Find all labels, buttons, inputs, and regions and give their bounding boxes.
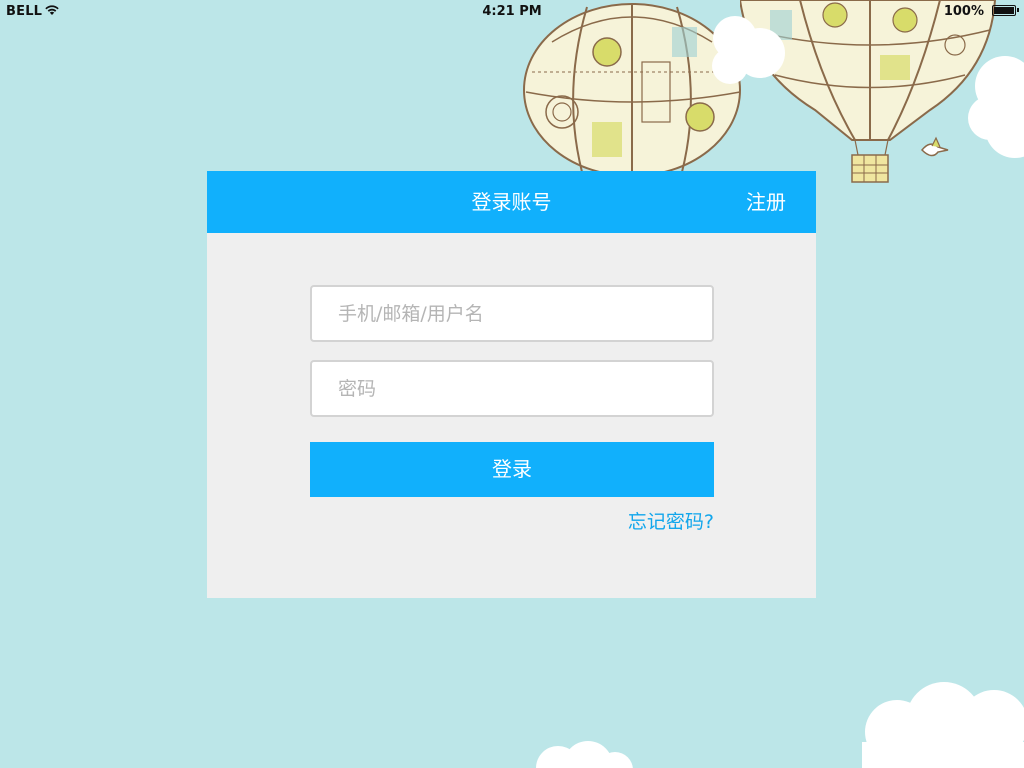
cloud-bottom-right <box>862 682 1024 768</box>
username-input[interactable] <box>312 287 712 340</box>
clock: 4:21 PM <box>482 4 542 19</box>
password-input[interactable] <box>312 362 712 415</box>
login-card: 登录账号 注册 登录 忘记密码? <box>207 171 816 598</box>
cloud-bottom-middle <box>536 741 633 768</box>
login-button[interactable]: 登录 <box>310 442 714 497</box>
bird <box>920 136 949 157</box>
username-field[interactable] <box>310 285 714 342</box>
forgot-password-link[interactable]: 忘记密码? <box>628 507 714 534</box>
battery-level-fill <box>994 7 1014 14</box>
cloud-top-right <box>968 56 1024 158</box>
login-header: 登录账号 注册 <box>207 171 816 233</box>
password-field[interactable] <box>310 360 714 417</box>
battery-percentage: 100% <box>943 4 984 19</box>
register-button[interactable]: 注册 <box>746 171 786 233</box>
page-title: 登录账号 <box>471 190 552 214</box>
status-bar: BELL 4:21 PM 100% <box>0 0 1024 22</box>
battery-icon <box>992 5 1019 16</box>
